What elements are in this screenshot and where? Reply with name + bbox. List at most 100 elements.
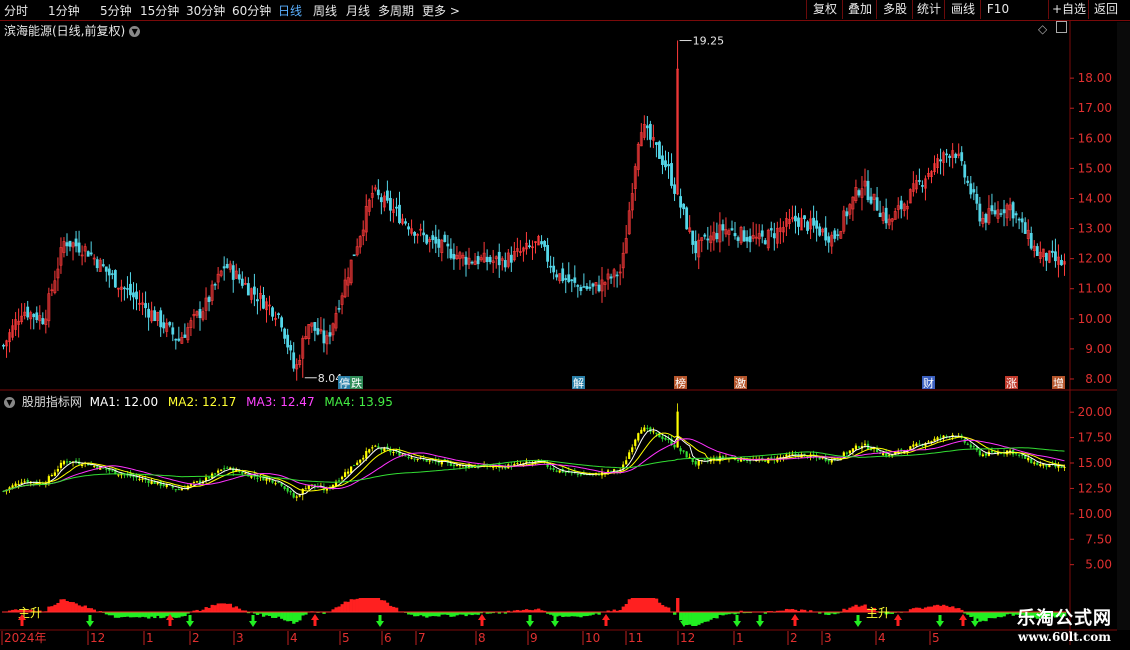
tf-fenshi[interactable]: 分时 <box>4 2 28 19</box>
event-marker-bg <box>922 376 935 389</box>
tf-daily[interactable]: 日线 <box>278 2 302 19</box>
momentum-bar <box>654 598 659 612</box>
candle-body <box>225 263 229 268</box>
candle-body <box>186 327 190 341</box>
candle-body <box>198 308 202 319</box>
momentum-bar <box>594 612 598 614</box>
candle-body <box>219 270 223 276</box>
candle-body <box>954 153 958 158</box>
ind-bar-body <box>132 475 135 478</box>
momentum-bar <box>216 603 220 612</box>
momentum-bar <box>385 602 390 612</box>
right-scroll-strip[interactable] <box>1117 22 1130 630</box>
ind-bar-body <box>833 458 836 461</box>
btn-add-watchlist[interactable]: +自选 <box>1048 0 1089 19</box>
candle-body <box>416 233 420 236</box>
candle-body <box>878 212 882 218</box>
candle-body <box>207 296 211 302</box>
chevron-down-icon[interactable]: ▼ <box>129 26 141 37</box>
tf-60min[interactable]: 60分钟 <box>232 2 271 19</box>
momentum-bar <box>26 610 30 612</box>
ind-bar-body <box>2 490 5 492</box>
candle-body <box>129 283 132 296</box>
ind-bar-body <box>419 457 422 459</box>
candle-body <box>141 302 144 305</box>
candle-body <box>277 313 280 315</box>
momentum-bar <box>20 609 24 612</box>
diamond-icon[interactable]: ◇ <box>1038 22 1047 36</box>
momentum-bar <box>796 611 801 612</box>
candle-body <box>594 282 598 286</box>
candle-body <box>497 251 501 266</box>
tf-multi-period[interactable]: 多周期 <box>378 2 414 19</box>
timeline-label: 2 <box>790 631 798 645</box>
candle-body <box>83 246 87 252</box>
ind-bar-body <box>951 435 954 437</box>
btn-fuquan[interactable]: 复权 <box>806 0 843 19</box>
btn-overlay[interactable]: 叠加 <box>842 0 877 19</box>
event-marker-bg <box>734 376 747 389</box>
candle-body <box>1047 250 1051 263</box>
btn-statistics[interactable]: 统计 <box>912 0 945 19</box>
momentum-bar <box>803 609 807 612</box>
momentum-bar <box>5 611 9 612</box>
momentum-bar <box>104 612 109 615</box>
btn-multi-stock[interactable]: 多股 <box>876 0 913 19</box>
candle-body <box>228 263 232 270</box>
momentum-bar <box>222 603 226 612</box>
btn-f10[interactable]: F10 <box>980 0 1015 19</box>
ind-bar-body <box>498 464 501 468</box>
candle-body <box>419 228 423 231</box>
momentum-bar <box>180 612 184 617</box>
ind-bar-body <box>141 478 144 480</box>
tf-5min[interactable]: 5分钟 <box>100 2 132 19</box>
tf-more[interactable]: 更多 > <box>422 2 460 19</box>
ind-bar-body <box>842 452 845 459</box>
tf-monthly[interactable]: 月线 <box>346 2 370 19</box>
ind-bar-body <box>62 461 66 465</box>
momentum-bar <box>183 612 187 617</box>
ind-bar-body <box>171 485 174 488</box>
candle-body <box>74 238 78 247</box>
ind-bar-body <box>960 435 963 438</box>
momentum-bar <box>485 612 489 614</box>
candle-body <box>936 158 939 168</box>
ma2-label: MA2: 12.17 <box>167 395 237 409</box>
momentum-bar <box>987 612 991 619</box>
candle-body <box>766 229 770 249</box>
ind-bar-body <box>546 462 549 467</box>
candle-body <box>89 252 93 255</box>
ind-bar-body <box>975 447 978 451</box>
timeline-label: 12 <box>680 631 695 645</box>
candle-body <box>899 200 903 210</box>
event-marker-bg <box>338 376 351 389</box>
ind-bar-body <box>307 484 310 490</box>
tf-1min[interactable]: 1分钟 <box>48 2 80 19</box>
ind-bar-body <box>857 446 861 448</box>
ind-bar-body <box>758 458 761 461</box>
ind-bar-body <box>658 432 661 438</box>
momentum-bar <box>355 598 359 612</box>
ind-bar-body <box>250 474 253 478</box>
candle-body <box>579 287 583 292</box>
momentum-bar <box>186 612 190 614</box>
candle-body <box>113 270 117 288</box>
btn-back[interactable]: 返回 <box>1088 0 1123 19</box>
candle-body <box>745 237 749 242</box>
candle-body <box>570 279 574 282</box>
momentum-bar <box>673 612 677 615</box>
ind-bar-body <box>1054 464 1057 467</box>
candle-body <box>739 226 743 244</box>
window-icon[interactable] <box>1056 21 1067 33</box>
tf-weekly[interactable]: 周线 <box>313 2 337 19</box>
ind-bar-body <box>1042 463 1045 466</box>
chevron-down-icon[interactable]: ▼ <box>4 397 15 408</box>
tf-15min[interactable]: 15分钟 <box>140 2 179 19</box>
momentum-bar <box>228 603 233 612</box>
tf-30min[interactable]: 30分钟 <box>186 2 225 19</box>
event-marker-label: 增 <box>1053 376 1064 390</box>
ind-bar-body <box>746 459 749 462</box>
btn-draw-line[interactable]: 画线 <box>944 0 981 19</box>
candle-body <box>467 257 471 265</box>
momentum-bar <box>573 612 577 617</box>
